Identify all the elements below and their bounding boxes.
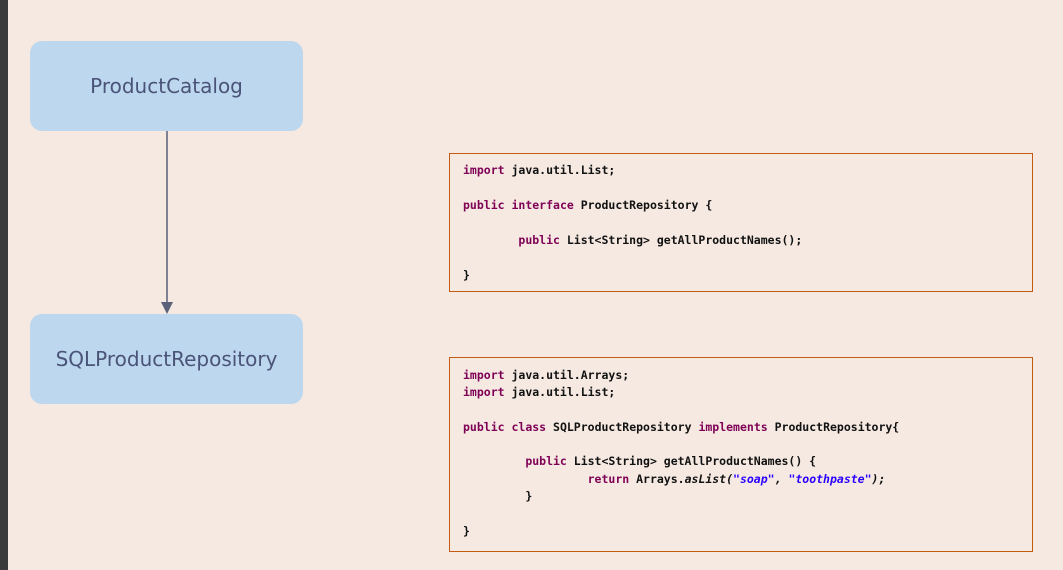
- code-keyword: public: [525, 454, 567, 469]
- code-string: "toothpaste": [788, 471, 872, 486]
- code-string: "soap": [733, 471, 775, 486]
- code-keyword: class: [511, 419, 547, 434]
- code-method: asList(: [684, 471, 734, 486]
- class-code: import java.util.Arrays; import java.uti…: [463, 367, 899, 540]
- code-text: );: [871, 471, 886, 486]
- sql-product-repository-box: SQLProductRepository: [30, 314, 303, 404]
- code-keyword: public: [463, 419, 505, 434]
- code-keyword: public: [463, 198, 505, 212]
- code-text: }: [525, 489, 533, 504]
- code-text: java.util.Arrays;: [504, 368, 630, 382]
- code-text: ProductRepository{: [767, 419, 900, 434]
- interface-code: import java.util.List; public interface …: [463, 162, 802, 285]
- code-keyword: interface: [511, 198, 574, 212]
- code-keyword: import: [463, 163, 505, 177]
- code-text: List<String> getAllProductNames();: [559, 233, 803, 247]
- code-text: }: [463, 268, 470, 282]
- code-keyword: public: [518, 233, 560, 247]
- code-text: List<String> getAllProductNames() {: [566, 454, 817, 469]
- code-text: SQLProductRepository: [546, 419, 699, 434]
- sql-product-repository-label: SQLProductRepository: [55, 347, 278, 371]
- code-text: ,: [774, 471, 789, 486]
- code-keyword: return: [587, 471, 630, 486]
- code-text: }: [463, 523, 470, 538]
- interface-code-panel: import java.util.List; public interface …: [449, 153, 1033, 292]
- code-keyword: implements: [698, 419, 768, 434]
- code-keyword: import: [463, 385, 505, 400]
- code-text: java.util.List;: [504, 385, 616, 400]
- code-keyword: import: [463, 368, 505, 382]
- code-text: ProductRepository {: [573, 198, 713, 212]
- class-code-panel: import java.util.Arrays; import java.uti…: [449, 357, 1033, 552]
- arrow-head: [161, 302, 173, 314]
- code-text: Arrays.: [629, 471, 685, 486]
- code-text: java.util.List;: [504, 163, 616, 177]
